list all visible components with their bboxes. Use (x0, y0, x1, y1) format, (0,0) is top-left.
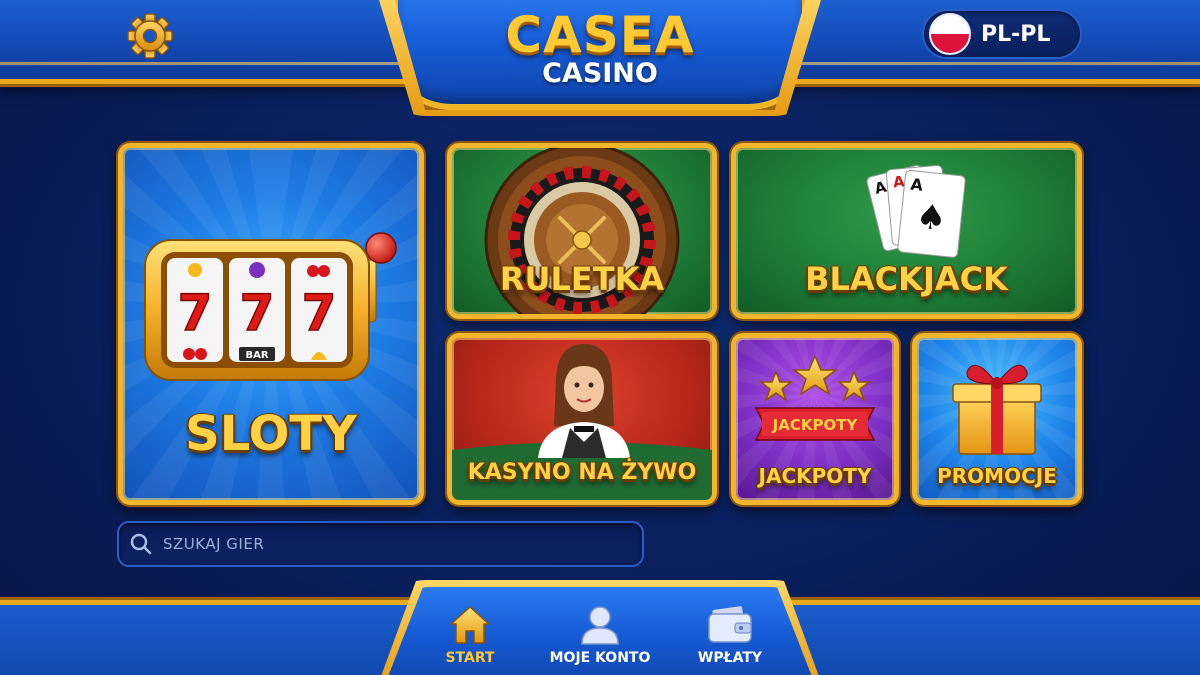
tile-sloty-label: SLOTY (185, 406, 357, 462)
tile-kasyno-na-zywo[interactable]: KASYNO NA ŻYWO (447, 333, 717, 505)
reel-symbol: 7 (178, 284, 213, 342)
reel-bar-label: BAR (245, 350, 268, 361)
language-code: PL-PL (981, 21, 1051, 47)
tile-kasyno-na-zywo-label: KASYNO NA ŻYWO (467, 460, 697, 485)
search-icon (130, 533, 152, 555)
tile-blackjack[interactable]: A ♠ A ♥ A ♠ BLACKJACK (731, 143, 1082, 319)
tile-ruletka-label: RULETKA (499, 260, 665, 298)
reel-symbol: 7 (240, 284, 275, 342)
search-bar[interactable] (117, 521, 644, 567)
wallet-icon (708, 606, 752, 643)
tile-jackpoty[interactable]: JACKPOTY JACKPOTY (731, 333, 899, 505)
search-input[interactable] (163, 535, 642, 553)
nav-moje-konto-label: MOJE KONTO (549, 650, 651, 666)
tile-blackjack-label: BLACKJACK (805, 260, 1008, 298)
reel-symbol: 7 (302, 284, 337, 342)
tile-jackpoty-label: JACKPOTY (758, 464, 872, 488)
tile-ruletka[interactable]: RULETKA (447, 143, 717, 319)
home-icon (450, 606, 490, 644)
tile-sloty[interactable]: 7 7 7 BAR SLOTY (118, 143, 424, 505)
poland-flag-icon (929, 13, 971, 55)
nav-moje-konto[interactable]: MOJE KONTO (535, 604, 665, 674)
logo-subtitle: CASINO (542, 58, 658, 89)
jackpot-ribbon-text: JACKPOTY (772, 416, 859, 434)
tile-promocje-label: PROMOCJE (937, 464, 1057, 488)
tile-promocje[interactable]: PROMOCJE (912, 333, 1082, 505)
nav-wplaty[interactable]: WPŁATY (665, 604, 795, 674)
nav-start-label: START (445, 650, 495, 666)
user-icon (581, 606, 619, 645)
svg-text:♠: ♠ (914, 196, 948, 239)
nav-wplaty-label: WPŁATY (697, 650, 763, 666)
language-selector[interactable]: PL-PL (922, 9, 1082, 59)
nav-start[interactable]: START (405, 604, 535, 674)
